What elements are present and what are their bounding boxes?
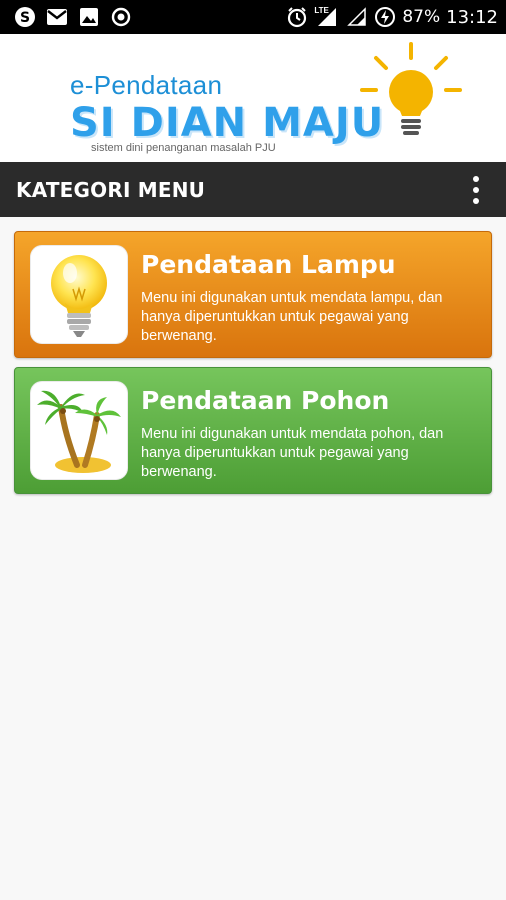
gallery-icon bbox=[78, 6, 100, 28]
svg-text:S: S bbox=[20, 10, 30, 26]
notification-icons: S bbox=[14, 6, 132, 28]
app-name: SI DIAN MAJU bbox=[70, 100, 385, 146]
card-thumbnail bbox=[30, 245, 128, 344]
card-title: Pendataan Lampu bbox=[141, 250, 396, 279]
skype-icon: S bbox=[14, 6, 36, 28]
card-title: Pendataan Pohon bbox=[141, 386, 390, 415]
card-description: Menu ini digunakan untuk mendata lampu, … bbox=[141, 290, 443, 344]
light-bulb-icon bbox=[51, 254, 107, 337]
more-vert-icon[interactable] bbox=[462, 170, 490, 210]
alarm-icon bbox=[286, 6, 308, 28]
toolbar: KATEGORI MENU bbox=[0, 162, 506, 217]
network-type: LTE bbox=[314, 6, 329, 15]
overflow-dot bbox=[473, 175, 479, 182]
app-header: e-Pendataan SI DIAN MAJU sistem dini pen… bbox=[0, 34, 506, 162]
battery-level: 87% bbox=[402, 7, 441, 27]
menu-card-pendataan-lampu[interactable]: Pendataan Lampu Menu ini digunakan untuk… bbox=[14, 231, 492, 358]
clock: 13:12 bbox=[446, 6, 498, 28]
battery-charging-icon bbox=[374, 6, 396, 28]
toolbar-title: KATEGORI MENU bbox=[16, 177, 206, 202]
gmail-icon bbox=[46, 6, 68, 28]
palm-tree-icon bbox=[37, 390, 121, 473]
light-bulb-icon bbox=[356, 40, 466, 146]
app-subtitle: e-Pendataan bbox=[70, 70, 223, 100]
overflow-dot bbox=[473, 197, 479, 204]
system-status: LTE 87% 13:12 bbox=[286, 6, 498, 28]
signal-lte-icon: LTE bbox=[314, 6, 340, 28]
status-bar: S LTE 87% 13:12 bbox=[0, 0, 506, 34]
record-icon bbox=[110, 6, 132, 28]
menu-card-pendataan-pohon[interactable]: Pendataan Pohon Menu ini digunakan untuk… bbox=[14, 367, 492, 494]
signal-icon bbox=[346, 6, 368, 28]
overflow-dot bbox=[473, 186, 479, 193]
card-description: Menu ini digunakan untuk mendata pohon, … bbox=[141, 426, 444, 480]
card-thumbnail bbox=[30, 381, 128, 480]
app-tagline: sistem dini penanganan masalah PJU bbox=[91, 142, 276, 154]
